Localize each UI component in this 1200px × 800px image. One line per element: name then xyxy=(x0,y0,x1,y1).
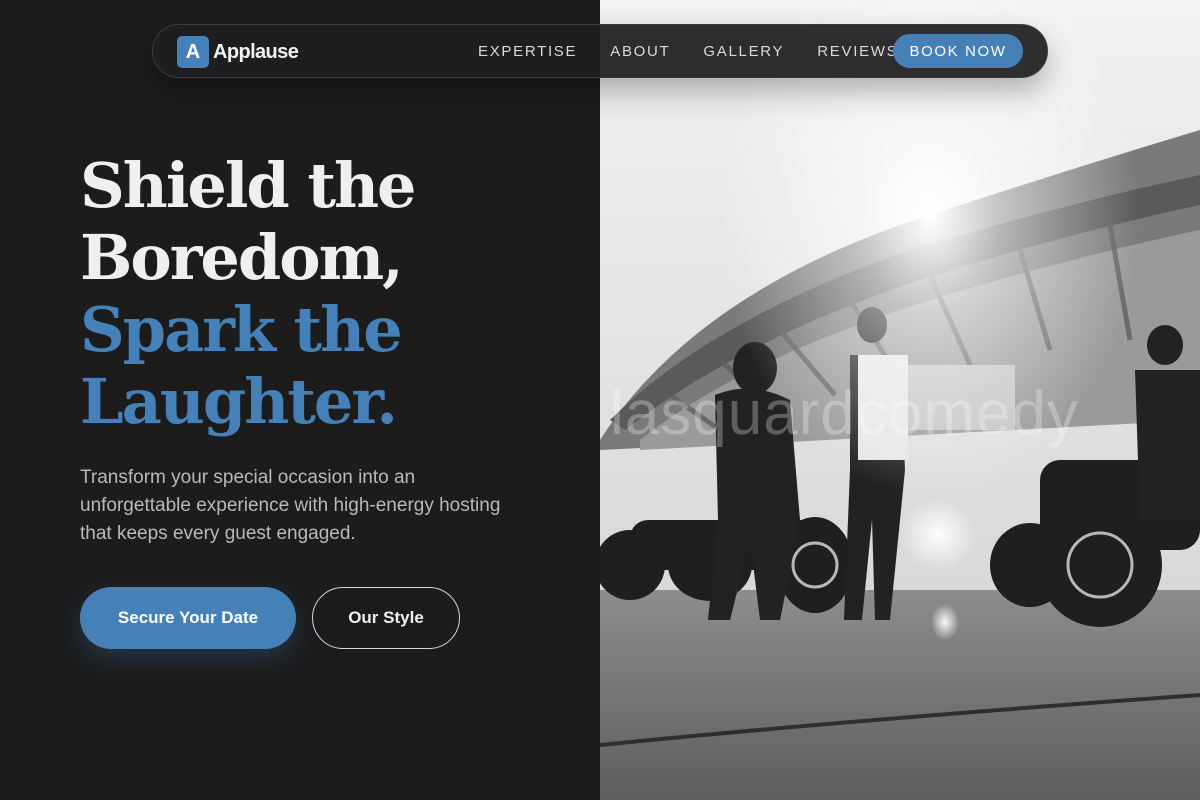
headline-line-4: Laughter. xyxy=(80,365,398,438)
headline-line-2: Boredom, xyxy=(80,221,404,294)
headline-line-3: Spark the xyxy=(80,293,403,366)
hero-headline: Shield the Boredom, Spark the Laughter. xyxy=(80,150,580,438)
photo-watermark: lasquardcomedy xyxy=(610,379,1079,448)
brand-name: Applause xyxy=(213,40,299,63)
nav-link-expertise[interactable]: EXPERTISE xyxy=(478,43,577,60)
hero-subtext: Transform your special occasion into an … xyxy=(80,467,501,544)
nav-link-about[interactable]: ABOUT xyxy=(610,43,670,60)
book-now-button[interactable]: BOOK NOW xyxy=(893,34,1023,68)
navbar: A Applause EXPERTISE ABOUT GALLERY REVIE… xyxy=(152,24,1048,78)
logo-mark-icon: A xyxy=(177,36,209,68)
secure-your-date-button[interactable]: Secure Your Date xyxy=(80,587,296,649)
nav-link-reviews[interactable]: REVIEWS xyxy=(817,43,898,60)
logo[interactable]: A Applause xyxy=(177,36,299,68)
nav-links: EXPERTISE ABOUT GALLERY REVIEWS xyxy=(478,25,898,77)
our-style-button[interactable]: Our Style xyxy=(312,587,460,649)
headline-line-1: Shield the xyxy=(80,149,417,222)
nav-link-gallery[interactable]: GALLERY xyxy=(703,43,784,60)
